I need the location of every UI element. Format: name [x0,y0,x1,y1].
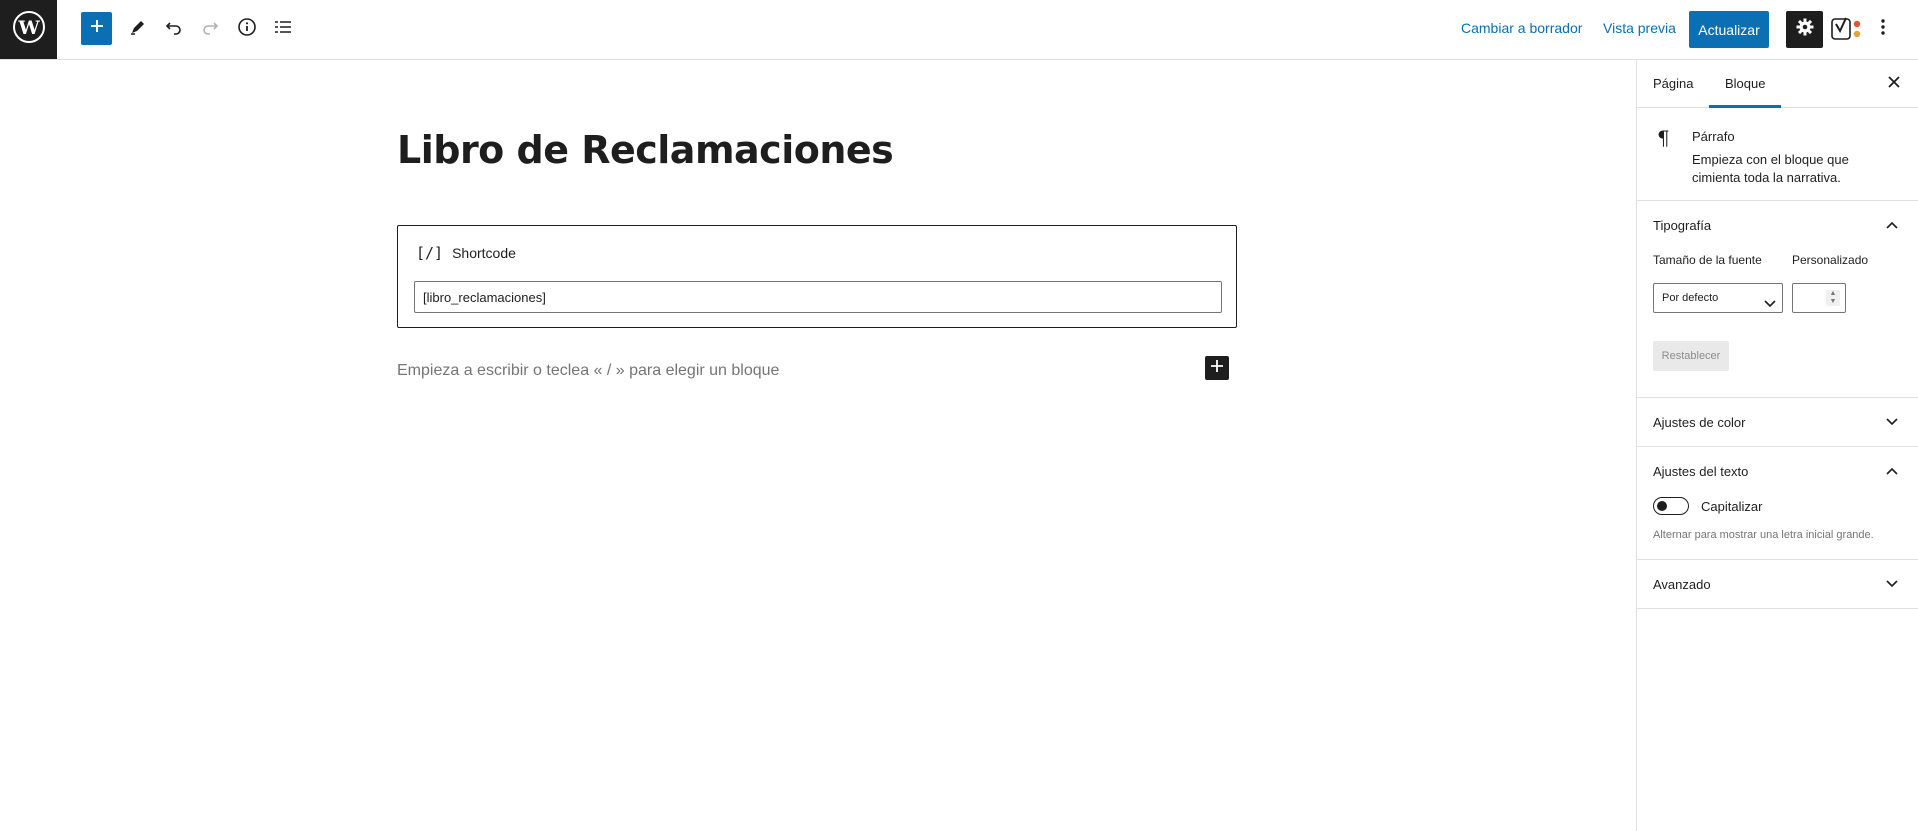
shortcode-input[interactable] [414,281,1222,313]
dropcap-toggle[interactable] [1653,497,1689,515]
chevron-up-icon [1882,215,1902,235]
details-button[interactable] [231,12,263,46]
typography-panel-body: Tamaño de la fuente Personalizado Por de… [1637,249,1918,397]
font-size-select-value: Por defecto [1662,292,1719,304]
info-icon [237,17,257,42]
color-panel: Ajustes de color [1637,398,1918,447]
gear-icon [1795,17,1815,42]
editor-canvas: Libro de Reclamaciones [/] Shortcode Emp… [0,60,1636,831]
custom-size-input[interactable]: ▲ ▼ [1792,283,1846,313]
list-view-icon [273,17,293,42]
close-sidebar-button[interactable] [1882,72,1906,96]
list-view-button[interactable] [267,12,299,46]
font-size-select[interactable]: Por defecto [1653,283,1783,313]
redo-button[interactable] [194,12,226,46]
tab-page[interactable]: Página [1653,60,1693,108]
text-panel: Ajustes del texto Capitalizar Alternar p… [1637,447,1918,560]
chevron-down-icon [1882,574,1902,594]
paragraph-placeholder[interactable]: Empieza a escribir o teclea « / » para e… [397,362,779,380]
tab-block[interactable]: Bloque [1709,60,1781,108]
shortcode-label: Shortcode [452,245,516,261]
text-panel-toggle[interactable]: Ajustes del texto [1637,447,1918,495]
color-panel-toggle[interactable]: Ajustes de color [1637,398,1918,446]
plus-icon [1210,359,1224,378]
dropcap-help: Alternar para mostrar una letra inicial … [1653,529,1874,541]
undo-button[interactable] [158,12,190,46]
advanced-panel: Avanzado [1637,560,1918,609]
block-card-title: Párrafo [1692,129,1735,144]
undo-icon [164,17,184,42]
wordpress-icon: W [12,10,46,49]
font-size-label: Tamaño de la fuente [1653,253,1762,267]
settings-button[interactable] [1786,11,1823,48]
paragraph-icon: ¶ [1657,126,1670,150]
reset-button[interactable]: Restablecer [1653,341,1729,371]
typography-panel-title: Tipografía [1653,218,1712,233]
block-card-description: Empieza con el bloque que cimienta toda … [1692,152,1849,185]
text-panel-title: Ajustes del texto [1653,464,1749,479]
plus-icon [89,18,105,39]
spin-arrows-icon[interactable]: ▲ ▼ [1826,290,1840,306]
more-options-button[interactable] [1870,13,1896,45]
sidebar-tabs: Página Bloque [1637,60,1918,108]
chevron-down-icon [1882,412,1902,432]
yoast-seo-button[interactable] [1830,13,1864,45]
wordpress-logo-button[interactable]: W [0,0,57,59]
update-button[interactable]: Actualizar [1689,11,1769,48]
typography-panel-toggle[interactable]: Tipografía [1637,201,1918,249]
post-title[interactable]: Libro de Reclamaciones [397,128,894,172]
switch-to-draft-button[interactable]: Cambiar a borrador [1461,20,1582,36]
advanced-panel-title: Avanzado [1653,577,1711,592]
chevron-down-icon [1764,291,1776,319]
custom-size-label: Personalizado [1792,253,1869,267]
svg-text:W: W [17,17,40,39]
add-block-button[interactable] [81,12,112,45]
inline-add-block-button[interactable] [1205,356,1229,380]
yoast-icon [1830,17,1864,49]
close-icon [1888,75,1900,93]
preview-button[interactable]: Vista previa [1603,20,1676,36]
pencil-icon [128,17,148,42]
settings-sidebar: Página Bloque ¶ Párrafo Empieza con el b… [1636,60,1918,831]
kebab-menu-icon [1880,17,1886,42]
toggle-knob [1657,501,1667,511]
shortcode-icon: [/] [416,244,444,262]
advanced-panel-toggle[interactable]: Avanzado [1637,560,1918,608]
chevron-up-icon [1882,461,1902,481]
typography-panel: Tipografía Tamaño de la fuente Personali… [1637,201,1918,398]
tools-button[interactable] [122,12,154,46]
text-panel-body: Capitalizar Alternar para mostrar una le… [1637,495,1918,559]
redo-icon [200,17,220,42]
editor-header: W Cambiar a borrador Vista previa Actual… [0,0,1918,60]
shortcode-block[interactable]: [/] Shortcode [397,225,1237,328]
color-panel-title: Ajustes de color [1653,415,1746,430]
shortcode-block-header: [/] Shortcode [416,244,516,262]
dropcap-label: Capitalizar [1701,499,1763,514]
block-card: ¶ Párrafo Empieza con el bloque que cimi… [1637,108,1918,201]
